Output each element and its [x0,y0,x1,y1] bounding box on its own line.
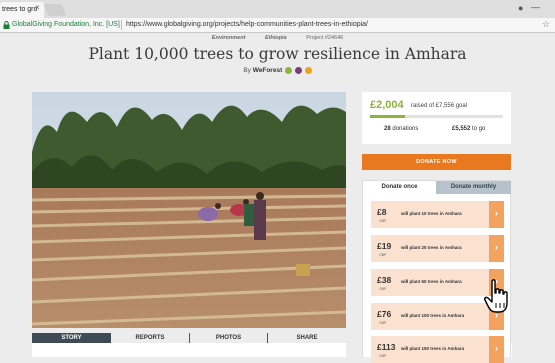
donation-amount: £113 [377,342,396,352]
by-label: By [243,67,251,75]
project-photo[interactable] [32,92,346,328]
progress-bar-fill [370,115,406,118]
donation-currency: GBP [379,287,387,291]
donation-description: will plant 10 trees in Amhara [401,211,462,216]
breadcrumb-category[interactable]: Environment [212,35,246,41]
donation-description: will plant 25 trees in Amhara [401,245,462,250]
chevron-right-icon[interactable]: › [489,235,504,262]
tab-share[interactable]: SHARE [268,333,346,343]
breadcrumb-country[interactable]: Ethiopia [265,35,287,41]
partner-badge-icon [294,67,302,74]
chevron-right-icon[interactable]: › [489,201,504,228]
donation-amount: £19 [377,241,392,251]
tab-close-icon[interactable]: × [35,3,40,12]
raised-amount: £2,004 [370,99,404,111]
chevron-right-icon[interactable]: › [489,336,504,363]
address-divider [121,20,122,30]
donation-currency: GBP [379,354,387,358]
breadcrumb-project-id: Project #24646 [306,35,344,41]
browser-tab-bar: trees to gro × ● — [0,0,555,18]
donation-amount: £38 [377,275,392,285]
tab-donate-once[interactable]: Donate once [363,181,436,194]
page-title: Plant 10,000 trees to grow resilience in… [88,45,467,63]
donation-option[interactable]: £8 GBP will plant 10 trees in Amhara › [371,201,504,228]
donation-amount: £8 [377,207,387,217]
bookmark-star-icon[interactable]: ☆ [542,19,550,30]
donation-description: will plant 100 trees in Amhara [401,313,465,318]
tab-story[interactable]: STORY [32,333,111,343]
byline: By WeForest [0,67,555,74]
donation-currency: GBP [379,219,387,223]
browser-tab-title: trees to gro [2,6,38,13]
donation-description: will plant 50 trees in Amhara [401,279,462,284]
donation-currency: GBP [379,253,387,257]
tab-reports[interactable]: REPORTS [111,333,190,343]
hand-cursor-icon [484,279,508,313]
donate-now-button[interactable]: DONATE NOW [362,154,511,170]
progress-bar [370,115,503,118]
new-tab-button[interactable] [43,4,67,16]
progress-card: £2,004 raised of £7,556 goal 28 donation… [362,92,511,144]
donations-count: 28 donations [384,126,419,132]
url-text[interactable]: https://www.globalgiving.org/projects/he… [126,21,368,28]
minimize-icon[interactable]: — [531,2,540,12]
organization-link[interactable]: WeForest [253,67,283,74]
amount-to-go: £5,552 to go [452,126,486,132]
donation-amount: £76 [377,309,392,319]
raised-goal-text: raised of £7,556 goal [411,103,468,109]
tab-donate-monthly[interactable]: Donate monthly [436,181,511,194]
top-ranked-badge-icon [304,67,312,74]
story-content-area [32,343,346,357]
donation-currency: GBP [379,321,387,325]
account-icon[interactable]: ● [518,3,523,13]
lock-icon [3,21,10,29]
address-bar[interactable]: GlobalGiving Foundation, Inc. [US] https… [0,18,555,33]
donation-option[interactable]: £19 GBP will plant 25 trees in Amhara › [371,235,504,262]
project-tabs: STORY REPORTS PHOTOS SHARE [32,333,346,343]
donation-panel: Donate once Donate monthly £8 GBP will pla… [362,180,511,363]
vetted-badge-icon [285,67,293,74]
donation-option[interactable]: £113 GBP will plant 150 trees in Amhara › [371,336,504,363]
secure-site-label: GlobalGiving Foundation, Inc. [US] [12,21,120,28]
tab-photos[interactable]: PHOTOS [190,333,268,343]
donation-description: will plant 150 trees in Amhara [401,346,465,351]
breadcrumb: Environment Ethiopia Project #24646 [0,35,555,44]
